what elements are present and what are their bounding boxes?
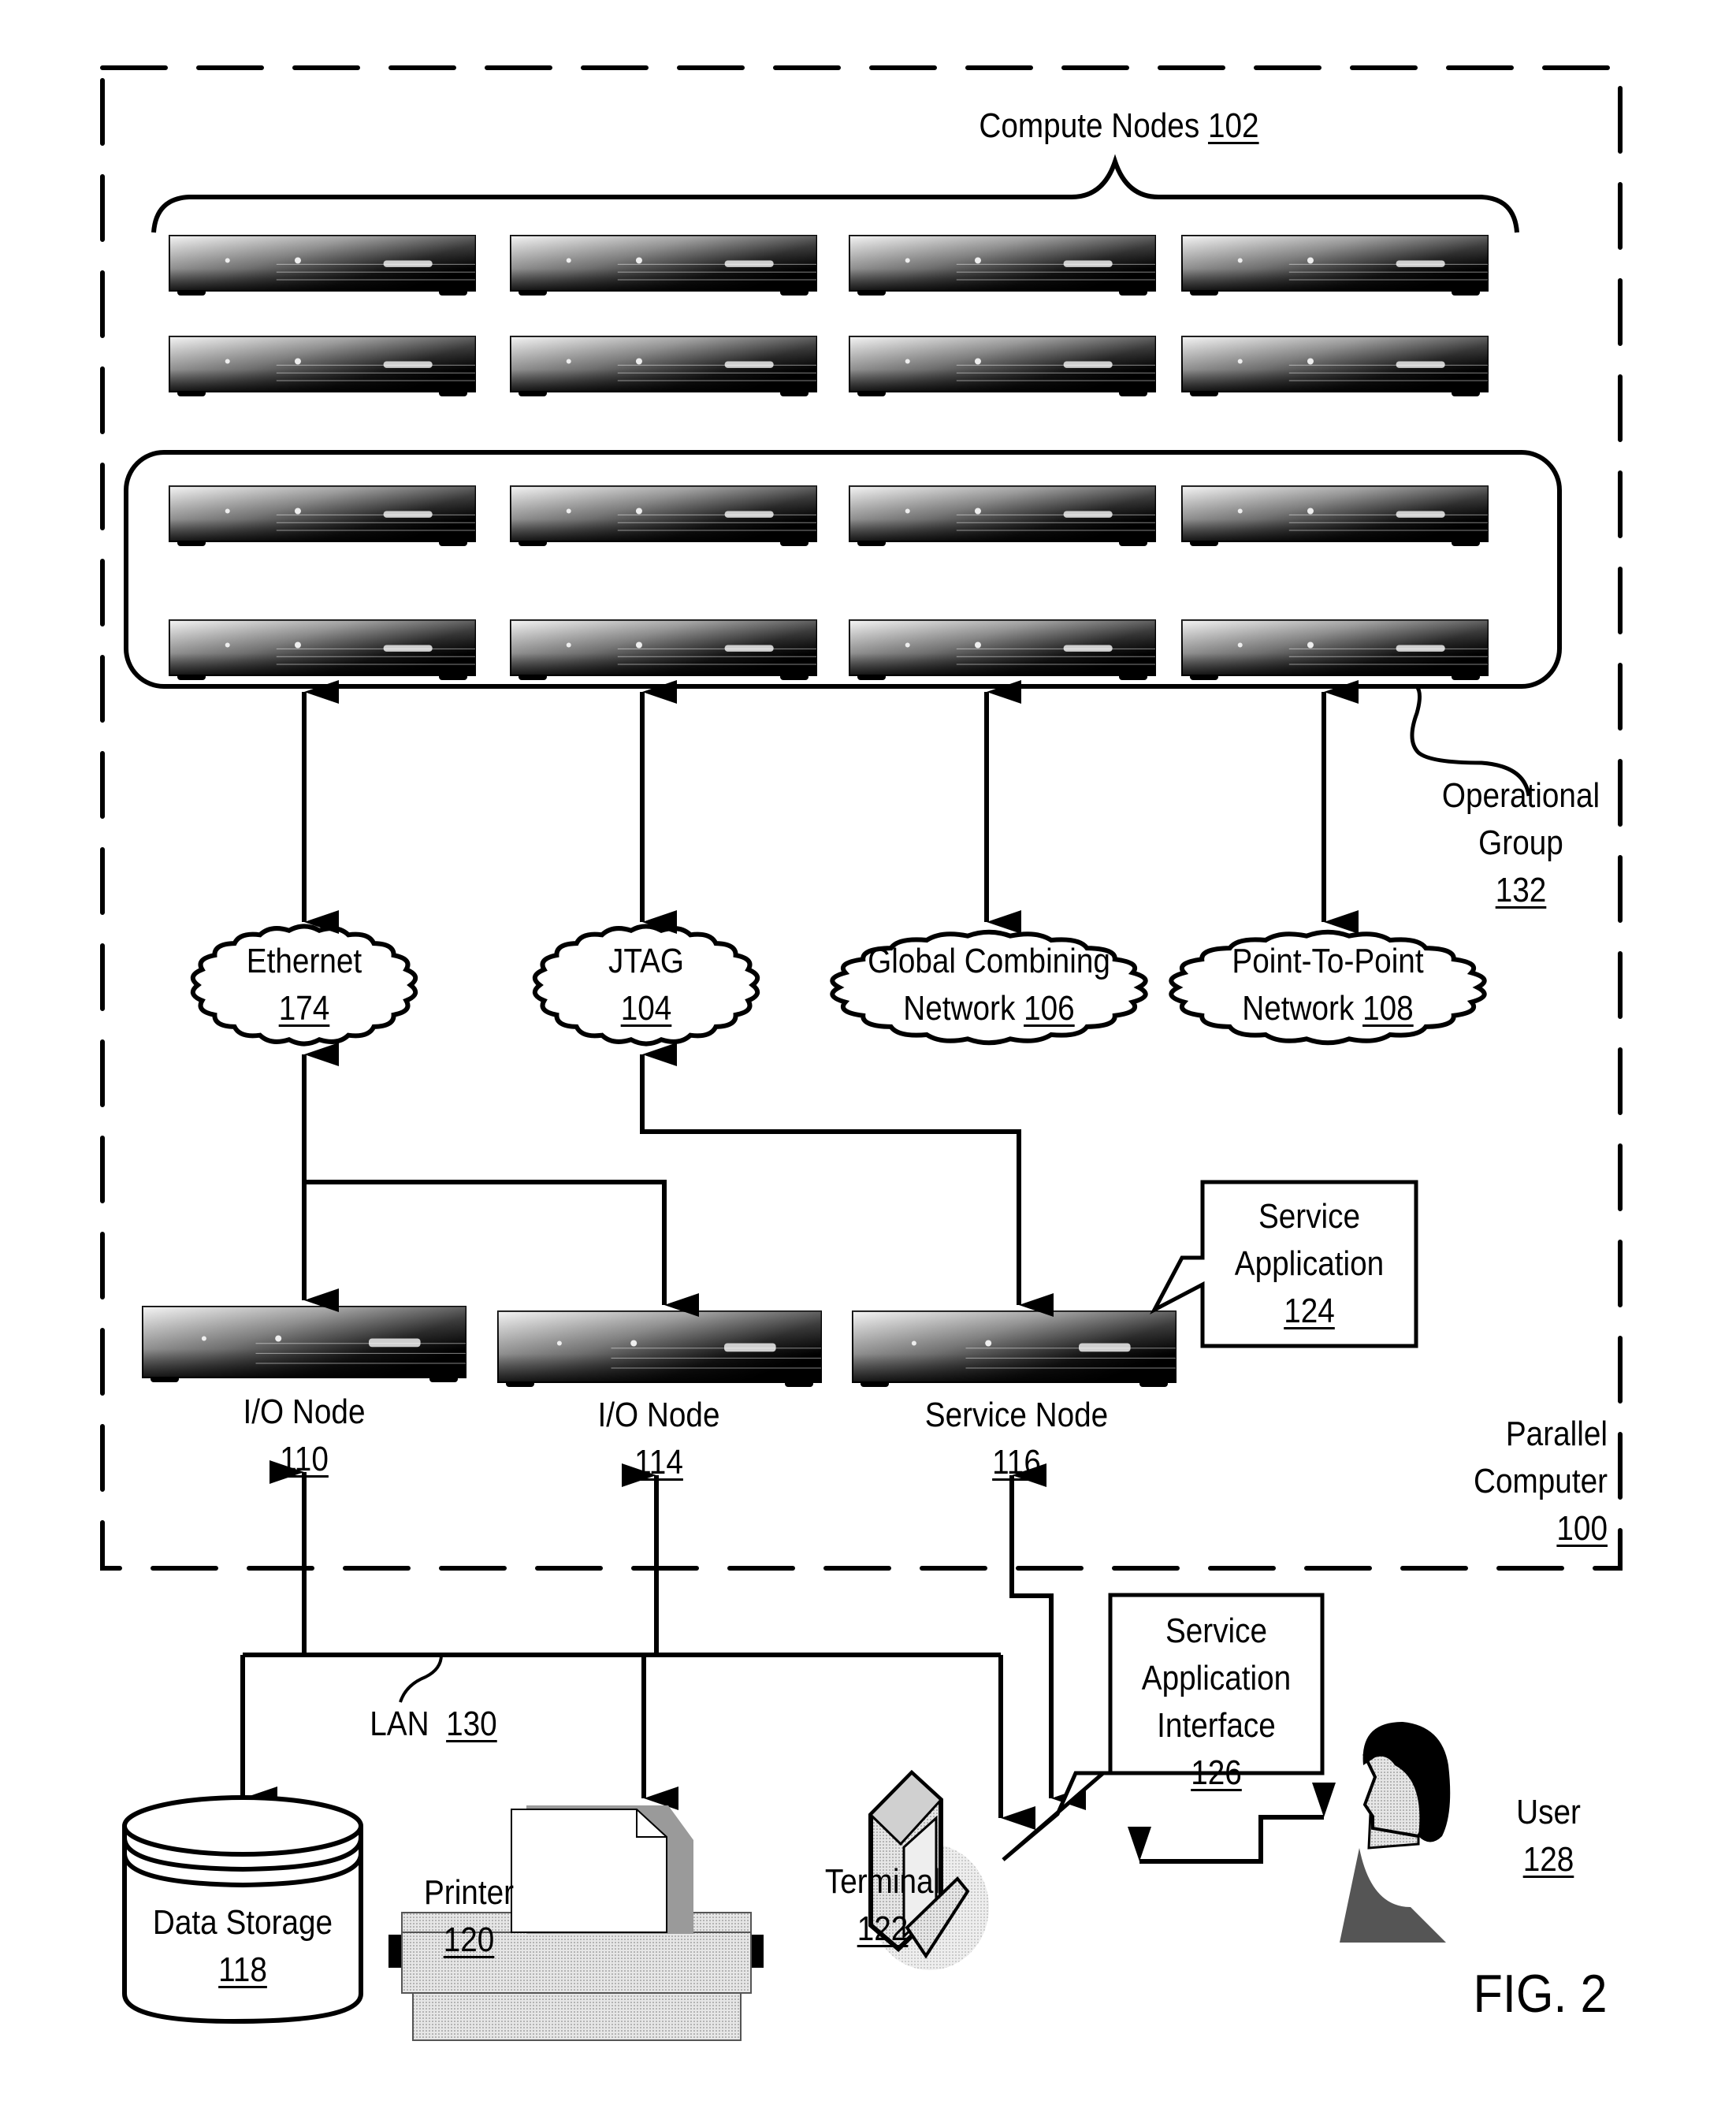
operational-group-line2: Group [1478,824,1563,862]
compute-nodes-brace [151,154,1519,233]
sai-ref: 126 [1191,1753,1242,1792]
lan-ref: 130 [446,1705,497,1743]
link-ethernet-io114 [304,1180,699,1317]
data-storage-name: Data Storage [152,1903,333,1942]
service-application-line2: Application [1234,1244,1385,1283]
sai-line2: Application [1141,1659,1292,1697]
printer-label: Printer 120 [410,1869,528,1964]
io-node-114-label: I/O Node 114 [555,1392,763,1486]
point-to-point-line2: Network [1242,989,1355,1028]
parallel-computer-label: Parallel Computer 100 [1455,1411,1608,1552]
link-jtag-service-node [640,1043,1054,1317]
operational-group-ref: 132 [1495,871,1547,909]
user-name: User [1516,1793,1581,1831]
lan-leader [399,1654,443,1703]
compute-node [510,619,817,680]
network-label-global-combining: Global Combining Network 106 [853,938,1124,1032]
compute-node [510,235,817,296]
service-node-name: Service Node [924,1396,1109,1434]
ethernet-ref: 174 [278,989,330,1028]
io-node-110-label: I/O Node 110 [200,1389,408,1483]
terminal-ref: 122 [857,1909,909,1948]
operational-group-label: Operational Group 132 [1424,772,1618,914]
io-node-110-ref: 110 [280,1440,329,1478]
lan-name: LAN [370,1705,429,1743]
point-to-point-ref: 108 [1362,989,1414,1028]
parallel-computer-line1: Parallel [1505,1415,1608,1453]
ethernet-name: Ethernet [246,942,362,980]
global-combining-name: Global Combining [868,942,1110,980]
sai-line1: Service [1165,1612,1268,1650]
terminal-name: Terminal [824,1862,941,1901]
service-node-ref: 116 [992,1443,1041,1482]
data-storage-label: Data Storage 118 [139,1899,347,1994]
sai-line3: Interface [1157,1706,1276,1745]
io-node-114-icon [497,1311,822,1387]
lan-label: LAN 130 [350,1701,516,1748]
compute-node [849,485,1156,546]
compute-node [1181,235,1489,296]
compute-node [169,235,476,296]
compute-nodes-ref: 102 [1207,106,1259,145]
global-combining-line2: Network [903,989,1016,1028]
compute-node [510,336,817,396]
link-service-node-terminal [1009,1463,1086,1810]
network-label-point-to-point: Point-To-Point Network 108 [1192,938,1463,1032]
diagram-canvas [100,65,1623,2041]
jtag-ref: 104 [620,989,672,1028]
data-storage-ref: 118 [218,1950,267,1989]
user-label: User 128 [1496,1789,1600,1883]
service-application-line1: Service [1258,1197,1361,1236]
service-application-label: Service Application 124 [1215,1193,1403,1335]
point-to-point-name: Point-To-Point [1232,942,1424,980]
user-ref: 128 [1522,1840,1574,1879]
network-label-ethernet: Ethernet 174 [200,938,408,1032]
compute-node [169,485,476,546]
compute-node [1181,485,1489,546]
io-node-110-name: I/O Node [243,1392,366,1431]
service-application-ref: 124 [1284,1292,1335,1330]
compute-node [169,619,476,680]
service-node-icon [852,1311,1177,1387]
jtag-name: JTAG [608,942,685,980]
service-node-label: Service Node 116 [898,1392,1134,1486]
parallel-computer-ref: 100 [1556,1509,1608,1548]
network-label-jtag: JTAG 104 [542,938,750,1032]
operational-group-line1: Operational [1441,776,1600,815]
user-icon [1340,1722,1451,1943]
global-combining-ref: 106 [1024,989,1075,1028]
link-terminal-user [1128,1783,1336,1864]
io-node-110-icon [142,1306,467,1382]
figure-label: FIG. 2 [1473,1964,1608,2024]
printer-name: Printer [423,1873,515,1912]
io-node-114-ref: 114 [634,1443,683,1482]
compute-node [1181,619,1489,680]
compute-node [1181,336,1489,396]
compute-node [849,619,1156,680]
compute-node [849,336,1156,396]
io-node-114-name: I/O Node [597,1396,720,1434]
compute-nodes-name: Compute Nodes [979,106,1200,145]
compute-nodes-label: Compute Nodes 102 [953,102,1285,150]
compute-node [169,336,476,396]
printer-ref: 120 [443,1920,495,1959]
compute-node [510,485,817,546]
compute-node [849,235,1156,296]
service-application-interface-label: Service Application Interface 126 [1123,1608,1310,1797]
terminal-label: Terminal 122 [813,1858,952,1953]
parallel-computer-line2: Computer [1473,1462,1608,1500]
